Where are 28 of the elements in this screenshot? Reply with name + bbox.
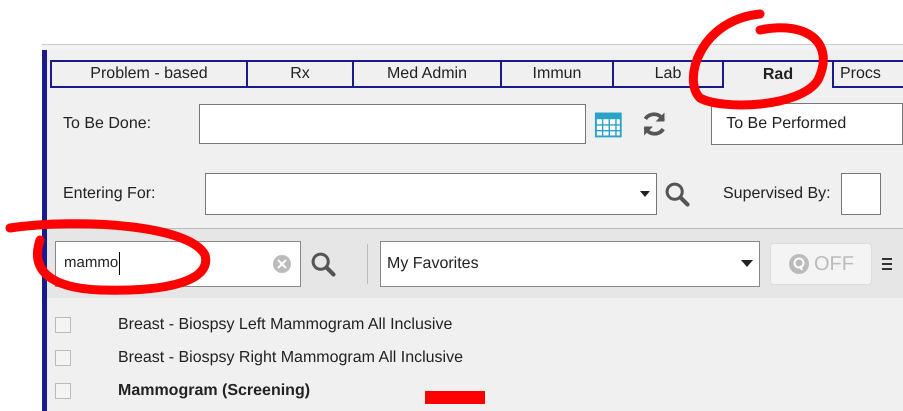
entering-for-combobox[interactable] <box>205 173 657 215</box>
date-field[interactable] <box>198 104 586 144</box>
search-field[interactable]: mammo <box>55 240 301 286</box>
field-label: To Be Done: <box>63 114 152 134</box>
checkbox[interactable] <box>55 350 71 366</box>
q-icon <box>788 252 810 274</box>
field-label: Entering For: <box>63 184 156 204</box>
tab[interactable]: Lab <box>612 60 722 88</box>
search-icon[interactable] <box>663 180 691 208</box>
tab[interactable]: Rad <box>722 60 832 88</box>
order-item[interactable]: Mammogram (Screening) <box>118 378 310 402</box>
order-item[interactable]: Breast - Biospsy Right Mammogram All Inclusive <box>118 346 463 370</box>
caret-icon <box>640 191 650 197</box>
status-dropdown[interactable]: To Be Performed <box>711 103 903 145</box>
tab[interactable]: Rx <box>246 60 352 88</box>
tab[interactable]: Med Admin <box>352 60 500 88</box>
checkbox[interactable] <box>55 316 71 332</box>
order-item[interactable]: Breast - Biospsy Left Mammogram All Inclusive <box>118 312 452 336</box>
supervisor-field[interactable] <box>840 173 881 215</box>
tab[interactable]: Immun <box>500 60 612 88</box>
field-label: Supervised By: <box>723 184 831 204</box>
tab[interactable]: Procs <box>832 60 903 88</box>
caret-icon <box>741 260 753 267</box>
favorites-dropdown[interactable]: My Favorites <box>380 240 760 286</box>
menu-icon[interactable] <box>882 256 892 272</box>
search-icon[interactable] <box>309 250 337 278</box>
tab[interactable]: Problem - based <box>50 60 246 88</box>
checkbox[interactable] <box>55 382 71 398</box>
